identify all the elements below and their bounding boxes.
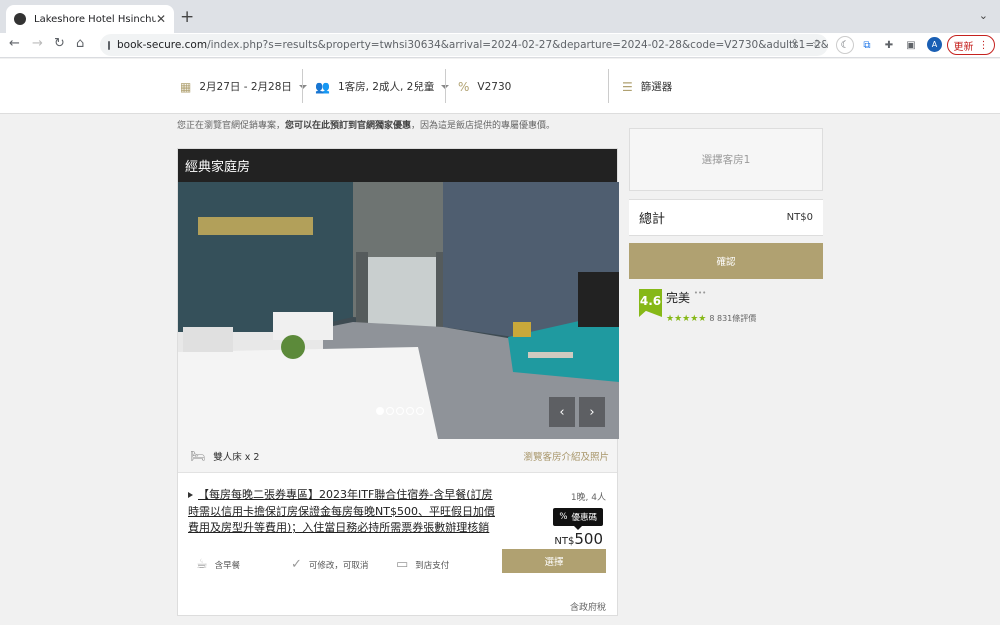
carousel-dot[interactable]: [416, 407, 424, 415]
room-photo[interactable]: ‹ ›: [178, 182, 619, 439]
bed-icon: 🛏: [190, 448, 206, 463]
lock-icon: [108, 40, 110, 50]
total-row: 總計 NT$0: [629, 199, 823, 236]
forward-arrow-icon[interactable]: →: [32, 36, 43, 51]
percent-icon: %: [559, 512, 568, 522]
browser-toolbar: ← → ↻ ⌂ book-secure.com /index.php?s=res…: [0, 33, 1000, 58]
stay-info: 1晚, 4人: [570, 493, 606, 503]
browser-tab-strip: Lakeshore Hotel Hsinchu ✕ + ⌄: [0, 0, 1000, 33]
review-widget[interactable]: 4.6 完美 ••• ★★★★★ 8 831條評價: [639, 289, 756, 325]
promo-code-field[interactable]: % V2730: [458, 59, 511, 114]
checkmark-icon: ✓: [291, 557, 302, 572]
url-path: /index.php?s=results&property=twhsi30634…: [207, 39, 828, 51]
filter-label: 篩選器: [640, 81, 673, 93]
reload-icon[interactable]: ↻: [54, 36, 65, 51]
review-rating-word: 完美 •••: [666, 289, 756, 306]
bed-info-row: 🛏 雙人床 x 2 瀏覽客房介紹及照片: [178, 439, 617, 473]
room-title: 經典家庭房: [178, 149, 617, 182]
rate-price: NT$500: [554, 530, 603, 548]
amenity-label: 含早餐: [214, 560, 241, 571]
url-domain: book-secure.com: [117, 39, 208, 51]
hotel-favicon-icon: [14, 13, 26, 25]
review-count: 8 831條評價: [709, 314, 757, 323]
new-tab-button[interactable]: +: [180, 7, 194, 27]
chevron-left-icon: ‹: [559, 404, 565, 420]
back-arrow-icon[interactable]: ←: [9, 36, 20, 51]
bookmark-star-icon[interactable]: ☆: [812, 37, 822, 50]
stars-icon: ★★★★★: [666, 314, 707, 324]
prev-photo-button[interactable]: ‹: [549, 397, 575, 427]
share-icon[interactable]: ⇪: [790, 37, 799, 50]
people-icon: 👥: [315, 79, 330, 94]
update-button[interactable]: 更新 ⋮: [947, 35, 995, 55]
amenity-label: 到店支付: [415, 560, 450, 571]
rating-word: 完美: [666, 291, 691, 305]
amenity-breakfast: ☕ 含早餐: [196, 557, 240, 572]
home-icon[interactable]: ⌂: [76, 36, 84, 51]
promo-notice: 您正在瀏覽官網促銷專案，您可以在此預訂到官網獨家優惠，因為這是飯店提供的專屬優惠…: [177, 118, 555, 131]
date-selector[interactable]: ▦ 2月27日 - 2月28日: [180, 59, 307, 114]
expand-triangle-icon: [188, 492, 193, 498]
amenity-label: 可修改，可取消: [308, 560, 369, 571]
booking-search-bar: ▦ 2月27日 - 2月28日 👥 1客房, 2成人, 2兒童 % V2730 …: [0, 59, 1000, 114]
tab-title: Lakeshore Hotel Hsinchu: [34, 13, 156, 25]
more-menu-icon: ⋮: [978, 39, 989, 51]
filter-button[interactable]: ☰ 篩選器: [622, 59, 672, 114]
extension-moon-icon[interactable]: ☾: [836, 36, 854, 54]
price-currency: NT$: [554, 536, 575, 547]
amenity-cancellation: ✓ 可修改，可取消: [291, 557, 368, 572]
notice-bold: 您可以在此預訂到官網獨家優惠: [285, 121, 412, 131]
guest-summary: 1客房, 2成人, 2兒童: [337, 81, 435, 93]
carousel-dot[interactable]: [396, 407, 404, 415]
close-tab-icon[interactable]: ✕: [156, 12, 166, 26]
carousel-dots[interactable]: [376, 407, 424, 415]
update-label: 更新: [953, 41, 974, 53]
carousel-dot[interactable]: [376, 407, 384, 415]
date-range: 2月27日 - 2月28日: [199, 81, 292, 93]
carousel-dot[interactable]: [406, 407, 414, 415]
divider: [302, 69, 303, 103]
translate-extension-icon[interactable]: ⧉: [858, 36, 876, 54]
amenity-payment: ▭ 到店支付: [396, 557, 449, 572]
browser-tab[interactable]: Lakeshore Hotel Hsinchu ✕: [6, 5, 174, 33]
coffee-cup-icon: ☕: [196, 557, 208, 572]
total-label: 總計: [639, 212, 666, 227]
room-card: 經典家庭房 ‹ › 🛏 雙人床 x 2 瀏覽客房介紹及照片 【每房每晚二張券專區…: [177, 148, 619, 616]
price-value: 500: [574, 530, 603, 548]
review-stars-row: ★★★★★ 8 831條評價: [666, 306, 756, 325]
confirm-button[interactable]: 確認: [629, 243, 823, 279]
tab-search-chevron-icon[interactable]: ⌄: [979, 9, 988, 22]
review-body: 完美 ••• ★★★★★ 8 831條評價: [666, 289, 756, 325]
tax-note: 含政府稅: [569, 603, 606, 613]
next-photo-button[interactable]: ›: [579, 397, 605, 427]
promo-code-value: V2730: [477, 80, 512, 93]
percent-icon: %: [458, 79, 470, 94]
room-details-link[interactable]: 瀏覽客房介紹及照片: [523, 449, 609, 463]
notice-text: 您正在瀏覽官網促銷專案，: [177, 121, 286, 131]
guests-selector[interactable]: 👥 1客房, 2成人, 2兒童: [315, 59, 450, 114]
sliders-icon: ☰: [622, 79, 633, 94]
more-dots-icon: •••: [693, 289, 707, 297]
rate-title[interactable]: 【每房每晚二張券專區】2023年ITF聯合住宿券-含早餐(訂房時需以信用卡擔保訂…: [188, 487, 498, 537]
promo-code-badge: % 優惠碼: [553, 508, 603, 530]
chevron-right-icon: ›: [589, 404, 595, 420]
badge-label: 優惠碼: [571, 513, 597, 523]
address-bar[interactable]: book-secure.com /index.php?s=results&pro…: [100, 34, 828, 56]
extensions-puzzle-icon[interactable]: ✚: [880, 36, 898, 54]
profile-avatar[interactable]: A: [927, 37, 942, 52]
rate-title-text: 【每房每晚二張券專區】2023年ITF聯合住宿券-含早餐(訂房時需以信用卡擔保訂…: [188, 488, 495, 534]
card-payment-icon: ▭: [396, 557, 409, 572]
selected-room-slot: 選擇客房1: [629, 128, 823, 191]
bed-label: 雙人床 x 2: [213, 451, 260, 463]
total-value: NT$0: [786, 212, 813, 223]
calendar-icon: ▦: [180, 79, 192, 94]
side-panel-icon[interactable]: ▣: [902, 36, 920, 54]
rate-plan: 【每房每晚二張券專區】2023年ITF聯合住宿券-含早餐(訂房時需以信用卡擔保訂…: [178, 473, 617, 616]
divider: [445, 69, 446, 103]
carousel-dot[interactable]: [386, 407, 394, 415]
notice-text: ，因為這是飯店提供的專屬優惠價。: [411, 121, 556, 131]
review-score: 4.6: [639, 289, 662, 317]
select-rate-button[interactable]: 選擇: [502, 549, 606, 573]
divider: [608, 69, 609, 103]
